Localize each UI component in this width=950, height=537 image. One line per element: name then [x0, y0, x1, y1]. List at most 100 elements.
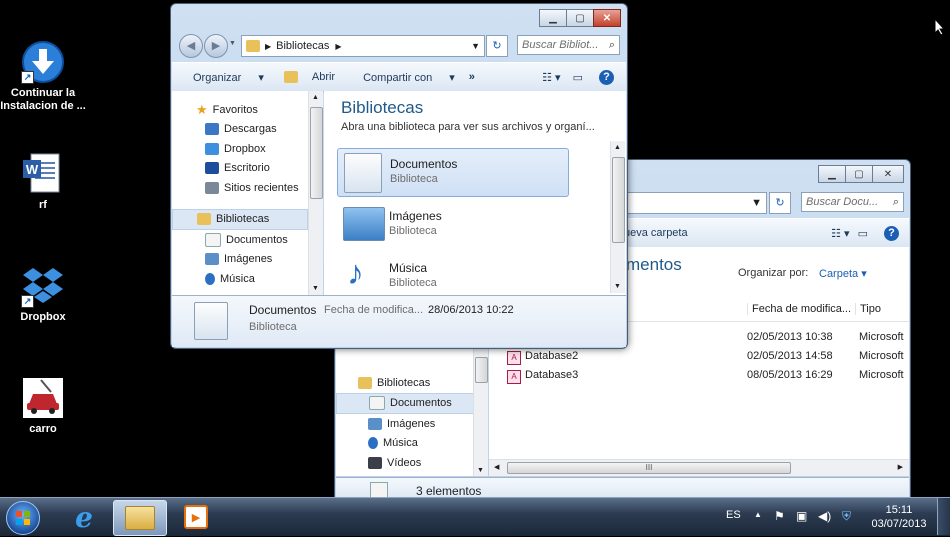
nav-item-libraries[interactable]: Bibliotecas — [336, 373, 476, 393]
view-options-icon[interactable]: ☷ ▾ — [542, 71, 560, 84]
preview-pane-icon[interactable]: ▭ — [573, 71, 583, 84]
recent-pages-dropdown[interactable]: ▼ — [229, 40, 236, 47]
breadcrumb-bibliotecas[interactable]: Bibliotecas — [276, 40, 329, 52]
table-row[interactable]: A Database3 08/05/2013 16:29 Microsoft — [489, 369, 909, 387]
open-button[interactable]: Abrir — [283, 71, 349, 84]
clock[interactable]: 15:11 03/07/2013 — [868, 503, 930, 531]
pictures-icon — [205, 253, 219, 266]
content-pane: Bibliotecas Abra una biblioteca para ver… — [324, 91, 626, 295]
show-hidden-icons-button[interactable]: ▲ — [754, 510, 762, 519]
details-date-value: 28/06/2013 10:22 — [428, 304, 514, 316]
help-icon[interactable]: ? — [599, 69, 614, 85]
preview-pane-icon[interactable]: ▭ — [858, 227, 868, 240]
breadcrumb-separator-icon[interactable]: ▶ — [335, 42, 341, 51]
address-bar[interactable]: ▶ Bibliotecas ▶ ▼ — [241, 35, 485, 57]
back-button[interactable]: ◀ — [179, 34, 203, 58]
nav-item-pictures[interactable]: Imágenes — [172, 250, 308, 270]
show-desktop-button[interactable] — [937, 498, 950, 535]
library-item-pictures[interactable]: Imágenes Biblioteca — [337, 201, 567, 248]
scroll-right-arrow-icon[interactable]: ▶ — [898, 463, 903, 471]
search-input[interactable]: Buscar Bibliot... ⌕ — [517, 35, 620, 55]
documents-icon — [205, 232, 221, 247]
scroll-down-arrow-icon[interactable]: ▼ — [312, 285, 319, 292]
scrollbar-thumb[interactable]: III — [507, 462, 791, 474]
chevron-down-icon[interactable]: ▼ — [471, 41, 480, 51]
network-icon[interactable]: ▣ — [796, 509, 807, 523]
nav-item-documents[interactable]: Documentos — [172, 230, 308, 250]
nav-scrollbar[interactable]: ▲ ▼ — [308, 91, 323, 295]
nav-item-music[interactable]: Música — [336, 434, 476, 454]
row-date: 02/05/2013 14:58 — [747, 350, 833, 362]
security-shield-icon[interactable]: ⛨ — [842, 509, 851, 524]
scrollbar-thumb[interactable] — [612, 157, 625, 243]
column-header-type[interactable]: Tipo — [855, 303, 881, 315]
taskbar-media-player[interactable]: ▶ — [170, 500, 222, 534]
action-center-flag-icon[interactable]: ⚑ — [774, 509, 785, 523]
desktop-icon-installer[interactable]: ↗ Continuar la Instalacion de ... — [0, 40, 86, 113]
close-button[interactable]: ✕ — [593, 9, 621, 27]
row-date: 08/05/2013 16:29 — [747, 369, 833, 381]
desktop-icon-rf[interactable]: W rf — [0, 152, 86, 212]
navigation-pane: ★ Favoritos Descargas Dropbox Escritorio… — [172, 91, 323, 295]
page-subtitle: Abra una biblioteca para ver sus archivo… — [341, 121, 595, 133]
nav-item-recent-places[interactable]: Sitios recientes — [172, 178, 308, 198]
access-db-icon: A — [507, 351, 521, 365]
nav-item-downloads[interactable]: Descargas — [172, 120, 308, 140]
start-button[interactable] — [6, 501, 40, 535]
nav-item-libraries[interactable]: Bibliotecas — [172, 208, 308, 230]
share-with-button[interactable]: Compartir con ▾ — [363, 71, 455, 84]
minimize-button[interactable]: ▁ — [539, 9, 567, 27]
maximize-button[interactable]: ▢ — [845, 165, 873, 183]
nav-item-pictures[interactable]: Imágenes — [336, 414, 476, 434]
library-item-documents[interactable]: Documentos Biblioteca — [337, 148, 569, 197]
close-button[interactable]: ✕ — [872, 165, 904, 183]
refresh-button[interactable]: ↻ — [769, 192, 791, 214]
scroll-down-arrow-icon[interactable]: ▼ — [477, 467, 484, 474]
scrollbar-thumb[interactable] — [310, 107, 323, 199]
library-item-music[interactable]: ♪ Música Biblioteca — [337, 253, 567, 295]
arrange-by-dropdown[interactable]: Carpeta ▾ — [819, 267, 867, 280]
desktop-icon-label: carro — [29, 423, 57, 435]
nav-item-music[interactable]: Música — [172, 269, 308, 289]
view-options-icon[interactable]: ☷ ▾ — [831, 227, 849, 240]
taskbar-internet-explorer[interactable]: e — [58, 500, 110, 534]
scrollbar-thumb[interactable] — [475, 357, 488, 383]
svg-text:W: W — [26, 162, 39, 177]
minimize-button[interactable]: ▁ — [818, 165, 846, 183]
column-header-date[interactable]: Fecha de modifica... — [747, 303, 851, 315]
table-row[interactable]: A Database2 02/05/2013 14:58 Microsoft — [489, 350, 909, 368]
library-type: Biblioteca — [389, 277, 437, 289]
address-bar[interactable]: ▼ — [615, 192, 767, 214]
nav-item-favorites[interactable]: ★ Favoritos — [172, 100, 308, 120]
nav-item-dropbox[interactable]: Dropbox — [172, 139, 308, 159]
scroll-left-arrow-icon[interactable]: ◀ — [494, 463, 499, 471]
new-folder-button[interactable]: ueva carpeta — [624, 227, 688, 239]
taskbar-explorer[interactable] — [113, 500, 167, 536]
more-commands-button[interactable]: » — [469, 71, 475, 83]
recent-places-icon — [205, 181, 219, 194]
content-scrollbar[interactable]: ▲ ▼ — [610, 141, 625, 293]
search-input[interactable]: Buscar Docu... ⌕ — [801, 192, 904, 212]
help-icon[interactable]: ? — [884, 225, 899, 241]
desktop-icon-dropbox[interactable]: ↗ Dropbox — [0, 264, 86, 324]
scroll-up-arrow-icon[interactable]: ▲ — [312, 94, 319, 101]
shortcut-arrow-icon: ↗ — [21, 71, 34, 84]
scroll-down-arrow-icon[interactable]: ▼ — [614, 283, 621, 290]
forward-button[interactable]: ▶ — [204, 34, 228, 58]
organize-button[interactable]: Organizar ▾ — [193, 71, 264, 84]
volume-icon[interactable]: ◀) — [818, 509, 831, 523]
details-type: Biblioteca — [249, 321, 297, 333]
nav-item-documents[interactable]: Documentos — [336, 392, 476, 414]
maximize-button[interactable]: ▢ — [566, 9, 594, 27]
chevron-down-icon[interactable]: ▼ — [751, 197, 762, 209]
refresh-button[interactable]: ↻ — [486, 35, 508, 57]
library-type: Biblioteca — [390, 173, 438, 185]
search-icon: ⌕ — [892, 195, 899, 208]
nav-item-videos[interactable]: Vídeos — [336, 453, 476, 473]
horizontal-scrollbar[interactable]: ◀ III ▶ — [489, 459, 909, 476]
libraries-window[interactable]: ▁ ▢ ✕ ◀ ▶ ▼ ▶ Bibliotecas ▶ ▼ ↻ Buscar B… — [170, 3, 628, 349]
desktop-icon-carro[interactable]: carro — [0, 376, 86, 436]
nav-item-desktop[interactable]: Escritorio — [172, 159, 308, 179]
scroll-up-arrow-icon[interactable]: ▲ — [614, 144, 621, 151]
language-indicator[interactable]: ES — [726, 509, 741, 521]
